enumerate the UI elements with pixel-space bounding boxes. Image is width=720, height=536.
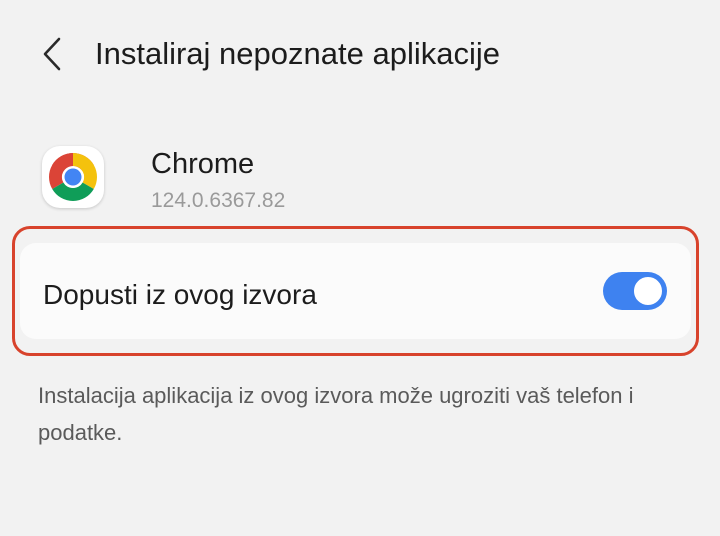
page-title: Instaliraj nepoznate aplikacije [95,36,500,71]
app-name: Chrome [151,148,255,180]
top-bar: Instaliraj nepoznate aplikacije [0,0,720,110]
chevron-left-icon [43,37,61,71]
setting-label: Dopusti iz ovog izvora [43,279,317,310]
app-info-row: Chrome 124.0.6367.82 [0,130,720,220]
highlighted-setting-frame: Dopusti iz ovog izvora [12,226,699,356]
warning-text: Instalacija aplikacija iz ovog izvora mo… [38,383,634,445]
app-icon-container [42,146,104,208]
toggle-knob [632,275,664,307]
back-button[interactable] [30,30,74,78]
chrome-icon [49,153,97,201]
allow-source-setting-row[interactable]: Dopusti iz ovog izvora [20,243,691,339]
allow-source-toggle[interactable] [603,272,667,310]
app-version: 124.0.6367.82 [151,189,286,212]
